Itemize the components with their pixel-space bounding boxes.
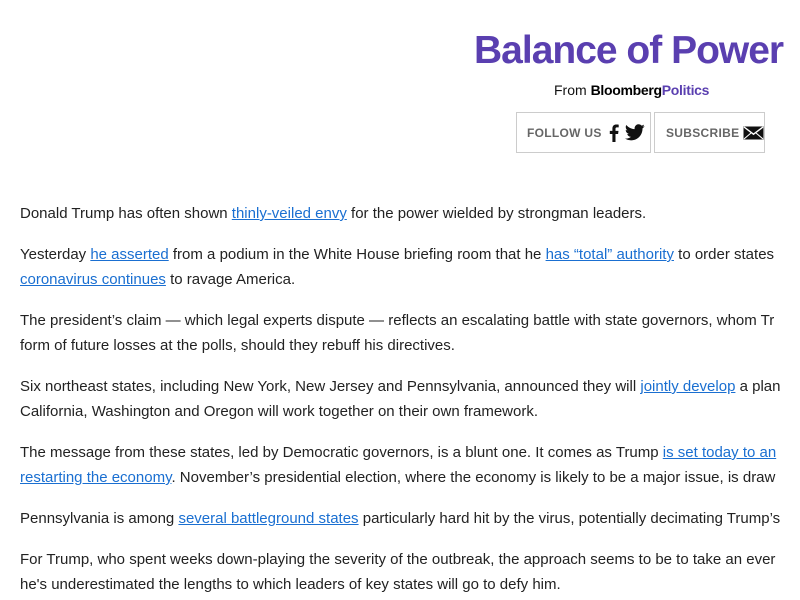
p3-line-2: form of future losses at the polls, shou… [20, 337, 455, 354]
paragraph-5: The message from these states, led by De… [20, 440, 800, 490]
p7-line-1: For Trump, who spent weeks down-playing … [20, 551, 776, 568]
paragraph-7: For Trump, who spent weeks down-playing … [20, 547, 800, 597]
p1-text-2: for the power wielded by strongman leade… [346, 205, 647, 222]
p4-text-2: a plan [735, 378, 781, 395]
link-set-today[interactable]: is set today to an [663, 444, 776, 461]
link-coronavirus-continues[interactable]: coronavirus continues [20, 271, 166, 288]
p4-line-2: California, Washington and Oregon will w… [20, 403, 539, 420]
paragraph-3: The president’s claim — which legal expe… [20, 308, 800, 358]
p4-text-1: Six northeast states, including New York… [20, 378, 641, 395]
p7-line-2: he's underestimated the lengths to which… [20, 576, 561, 593]
follow-us-label: FOLLOW US [527, 125, 602, 140]
p6-text-2: particularly hard hit by the virus, pote… [358, 510, 781, 527]
p5-text-1: The message from these states, led by De… [20, 444, 663, 461]
mail-icon [743, 125, 764, 140]
p2-text-4: to ravage America. [165, 271, 296, 288]
p2-text-1: Yesterday [20, 246, 91, 263]
p5-text-2: . November’s presidential election, wher… [171, 469, 776, 486]
p3-line-1: The president’s claim — which legal expe… [20, 312, 775, 329]
link-restarting-the-economy[interactable]: restarting the economy [20, 469, 171, 486]
p2-text-2: from a podium in the White House briefin… [168, 246, 546, 263]
p1-text-1: Donald Trump has often shown [20, 205, 232, 222]
facebook-icon[interactable] [609, 124, 619, 142]
brand-bloomberg: Bloomberg [590, 82, 663, 98]
newsletter-title: Balance of Power [474, 29, 784, 72]
byline-prefix: From [554, 82, 587, 98]
link-total-authority[interactable]: has “total” authority [546, 246, 674, 263]
paragraph-2: Yesterday he asserted from a podium in t… [20, 242, 800, 292]
follow-us-button[interactable]: FOLLOW US [516, 112, 651, 153]
article-body: Donald Trump has often shown thinly-veil… [20, 201, 800, 600]
link-thinly-veiled-envy[interactable]: thinly-veiled envy [232, 205, 347, 222]
paragraph-1: Donald Trump has often shown thinly-veil… [20, 201, 800, 226]
link-battleground-states[interactable]: several battleground states [178, 510, 358, 527]
subscribe-button[interactable]: SUBSCRIBE [654, 112, 765, 153]
p6-text-1: Pennsylvania is among [20, 510, 179, 527]
link-jointly-develop[interactable]: jointly develop [640, 378, 735, 395]
p2-text-3: to order states [673, 246, 775, 263]
brand-politics: Politics [661, 82, 710, 98]
link-he-asserted[interactable]: he asserted [90, 246, 168, 263]
subscribe-label: SUBSCRIBE [666, 125, 740, 140]
byline: From BloombergPolitics [554, 80, 709, 100]
twitter-icon[interactable] [624, 124, 645, 141]
paragraph-4: Six northeast states, including New York… [20, 374, 800, 424]
paragraph-6: Pennsylvania is among several battlegrou… [20, 506, 800, 531]
